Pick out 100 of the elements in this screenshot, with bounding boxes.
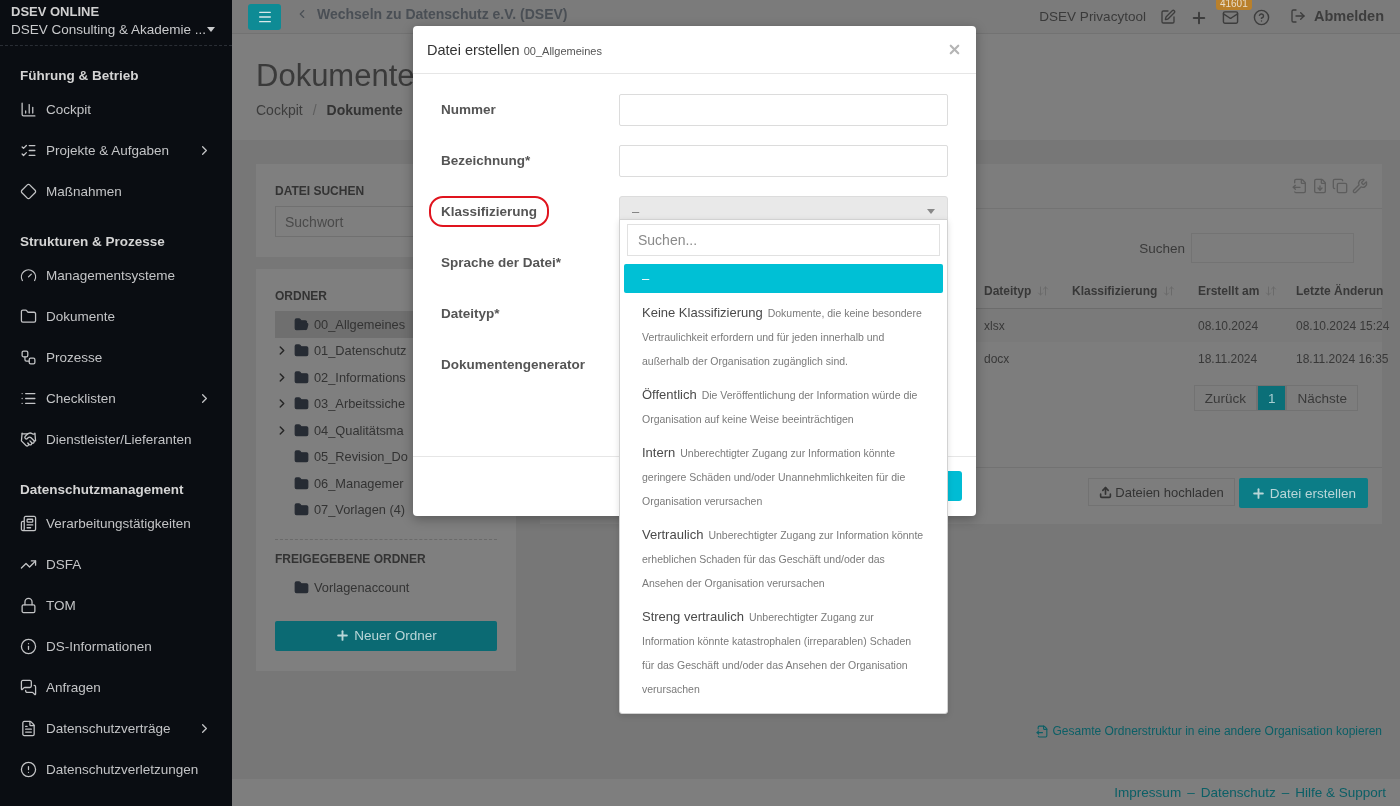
folder-icon — [294, 502, 309, 518]
nav-item[interactable]: Managementsysteme — [0, 255, 232, 296]
table-cell-text: 18.11.2024 16:35 — [1295, 351, 1390, 366]
list-icon — [20, 390, 37, 407]
folder-icon — [294, 343, 309, 359]
table-cell-text: 08.10.2024 — [1197, 318, 1260, 333]
nav-item[interactable]: Cockpit — [0, 89, 232, 130]
nav-label: TOM — [46, 598, 77, 613]
nav-label: Projekte & Aufgaben — [46, 143, 171, 158]
document-list-icon — [20, 515, 37, 532]
nav-label: Managementsysteme — [46, 268, 177, 283]
nav-item[interactable]: DS-Informationen — [0, 626, 232, 667]
breadcrumb-separator: / — [312, 102, 317, 118]
menu-icon — [256, 9, 273, 25]
field-label: Nummer — [441, 102, 497, 117]
caret-icon — [927, 209, 935, 214]
nav-item[interactable]: Projekte & Aufgaben — [0, 130, 232, 171]
nav-section-heading: Strukturen & Prozesse — [19, 233, 166, 251]
card-heading: ORDNER — [275, 289, 328, 303]
folder-name: 03_Arbeitssiche — [314, 396, 406, 412]
nav-label: Datenschutzverletzungen — [46, 762, 200, 777]
new-folder-button[interactable]: Neuer Ordner — [275, 620, 497, 651]
nav-item[interactable]: Maßnahmen — [0, 171, 232, 212]
nav-item[interactable]: Datenschutzverträge — [0, 708, 232, 749]
handshake-icon — [20, 431, 37, 448]
text-field[interactable] — [619, 144, 948, 177]
folder-item[interactable]: 05_Revision_Do — [275, 443, 497, 470]
column-header[interactable]: Letzte Änderun — [1292, 283, 1396, 298]
app-title: DSEV ONLINE — [11, 4, 101, 19]
column-header[interactable]: Erstellt am — [1194, 283, 1292, 298]
table-cell-text: 08.10.2024 15:24 — [1295, 318, 1391, 333]
lock-icon — [20, 597, 37, 614]
nav-label: Cockpit — [46, 102, 92, 117]
edit-icon[interactable] — [1159, 9, 1176, 25]
folder-item[interactable]: Vorlagenaccount — [275, 574, 497, 601]
footer-link[interactable]: Datenschutz — [1200, 785, 1276, 800]
folder-icon — [294, 475, 309, 491]
column-header[interactable]: Klassifizierung — [1068, 283, 1194, 298]
close-button[interactable] — [947, 42, 962, 57]
breadcrumb-item[interactable]: Cockpit — [256, 102, 303, 118]
footer-separator: – — [1187, 785, 1195, 800]
caret-icon[interactable] — [207, 27, 215, 32]
dropdown-option[interactable]: – — [624, 264, 943, 293]
copy-icon[interactable] — [1332, 178, 1348, 194]
folder-item[interactable]: 04_Qualitätsma — [275, 417, 497, 444]
text-field[interactable] — [619, 93, 948, 126]
page-button[interactable]: 1 — [1256, 385, 1287, 411]
folder-icon — [294, 369, 309, 385]
folder-icon — [20, 308, 37, 325]
next-page-button[interactable]: Nächste — [1286, 385, 1358, 411]
card-heading: FREIGEGEBENE ORDNER — [275, 552, 427, 566]
nav-item[interactable]: Dokumente — [0, 296, 232, 337]
nav-section-heading: Datenschutzmanagement — [19, 481, 185, 499]
menu-button[interactable] — [248, 4, 281, 30]
file-export-icon[interactable] — [1292, 178, 1308, 194]
copy-structure-link[interactable]: Gesamte Ordnerstruktur in eine andere Organisation kopieren — [1036, 724, 1382, 738]
nav-item[interactable]: Anfragen — [0, 667, 232, 708]
wrench-icon[interactable] — [1352, 178, 1368, 194]
organization-selector[interactable]: DSEV Consulting & Akademie ... — [11, 22, 207, 37]
nav-item[interactable]: Dienstleister/Lieferanten — [0, 419, 232, 460]
folder-item[interactable]: 03_Arbeitssiche — [275, 390, 497, 417]
folder-item[interactable]: 07_Vorlagen (4) — [275, 496, 497, 523]
dialog-title: Datei erstellen — [427, 41, 520, 58]
nav-item[interactable]: Prozesse — [0, 337, 232, 378]
field-label: Bezeichnung* — [441, 153, 532, 168]
footer-link[interactable]: Impressum — [1114, 785, 1182, 800]
nav-label: DS-Informationen — [46, 639, 153, 654]
help-icon[interactable] — [1252, 9, 1270, 26]
create-file-button[interactable]: Datei erstellen — [1238, 478, 1368, 508]
folder-icon — [294, 579, 309, 595]
file-export-icon — [1036, 724, 1050, 738]
document-icon — [20, 720, 37, 737]
logout-link[interactable]: Abmelden — [1289, 8, 1384, 24]
diamond-icon — [20, 183, 37, 200]
nav-label: Checklisten — [46, 391, 117, 406]
upload-files-button[interactable]: Dateien hochladen — [1088, 478, 1235, 506]
folder-name: 04_Qualitätsma — [314, 422, 404, 438]
dropdown-search-field[interactable]: Suchen... — [627, 224, 940, 256]
nav-item[interactable]: DSFA — [0, 544, 232, 585]
folder-name: Vorlagenaccount — [314, 579, 410, 595]
footer-link[interactable]: Hilfe & Support — [1295, 785, 1386, 800]
nav-item[interactable]: Checklisten — [0, 378, 232, 419]
flowchart-icon — [20, 349, 37, 366]
nav-item[interactable]: TOM — [0, 585, 232, 626]
previous-page-button[interactable]: Zurück — [1193, 385, 1257, 411]
table-cell-text: 18.11.2024 — [1197, 351, 1259, 366]
notification-badge: 41601 — [1215, 0, 1252, 10]
nav-item[interactable]: Datenschutzverletzungen — [0, 749, 232, 790]
close-icon — [947, 42, 962, 57]
nav-item[interactable]: Verarbeitungstätigkeiten — [0, 503, 232, 544]
file-download-icon[interactable] — [1312, 178, 1328, 194]
nav-label: Prozesse — [46, 350, 104, 365]
column-header[interactable]: Dateityp — [980, 283, 1068, 298]
chat-bubbles-icon — [20, 679, 37, 696]
field-label: Dokumentengenerator — [441, 357, 587, 372]
mail-icon[interactable] — [1221, 9, 1239, 26]
footer-separator: – — [1281, 785, 1290, 800]
plus-icon — [335, 628, 351, 643]
upload-icon — [1099, 485, 1113, 499]
folder-item[interactable]: 06_Managemer — [275, 470, 497, 497]
